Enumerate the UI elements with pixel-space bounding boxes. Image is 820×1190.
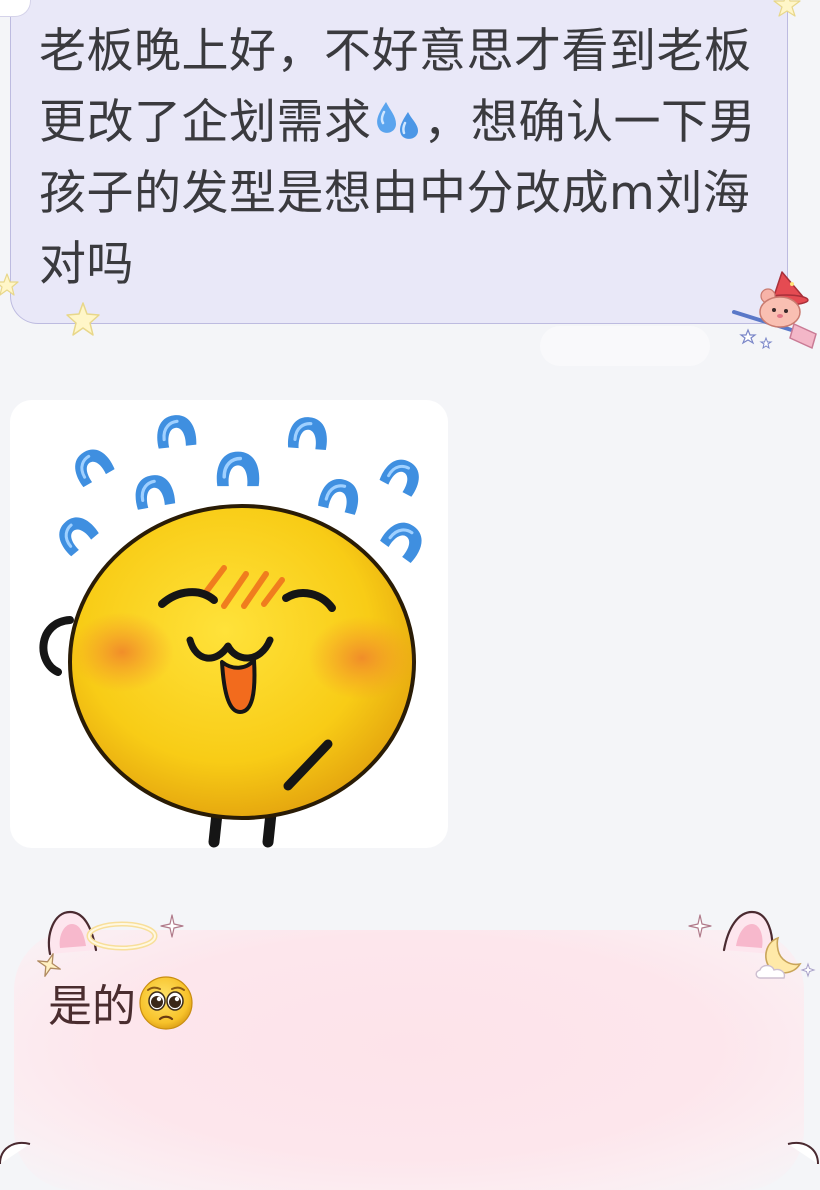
star-sticker-icon: [66, 302, 100, 336]
outgoing-message-text: 是的: [48, 975, 194, 1037]
outgoing-text: 是的: [48, 981, 136, 1032]
sparkle-icon: [160, 914, 184, 938]
bubble-corner-ornament: [0, 1142, 31, 1164]
outgoing-message-bubble[interactable]: [14, 930, 804, 1190]
halo-icon: [86, 921, 158, 951]
bubble-corner-ornament: [787, 1142, 819, 1164]
sweating-yellow-face-sticker: [39, 411, 432, 848]
sweat-droplets-icon: [376, 102, 418, 139]
sticker-message[interactable]: [10, 400, 448, 848]
pleading-face-icon: [139, 976, 193, 1030]
incoming-message-text: 老板晚上好，不好意思才看到老板更改了企划需求 ，想确认一下男孩子的发型是想由中分…: [39, 16, 761, 300]
chat-view: 老板晚上好，不好意思才看到老板更改了企划需求 ，想确认一下男孩子的发型是想由中分…: [0, 0, 820, 1190]
incoming-message-bubble[interactable]: 老板晚上好，不好意思才看到老板更改了企划需求 ，想确认一下男孩子的发型是想由中分…: [10, 0, 788, 324]
witch-bear-sticker-icon: [732, 271, 817, 350]
sparkle-icon: [688, 914, 712, 938]
star-sticker-icon: [0, 273, 19, 296]
moon-cloud-icon: [755, 936, 816, 979]
star-sticker-icon: [773, 0, 801, 17]
timestamp-placeholder: [540, 326, 710, 366]
